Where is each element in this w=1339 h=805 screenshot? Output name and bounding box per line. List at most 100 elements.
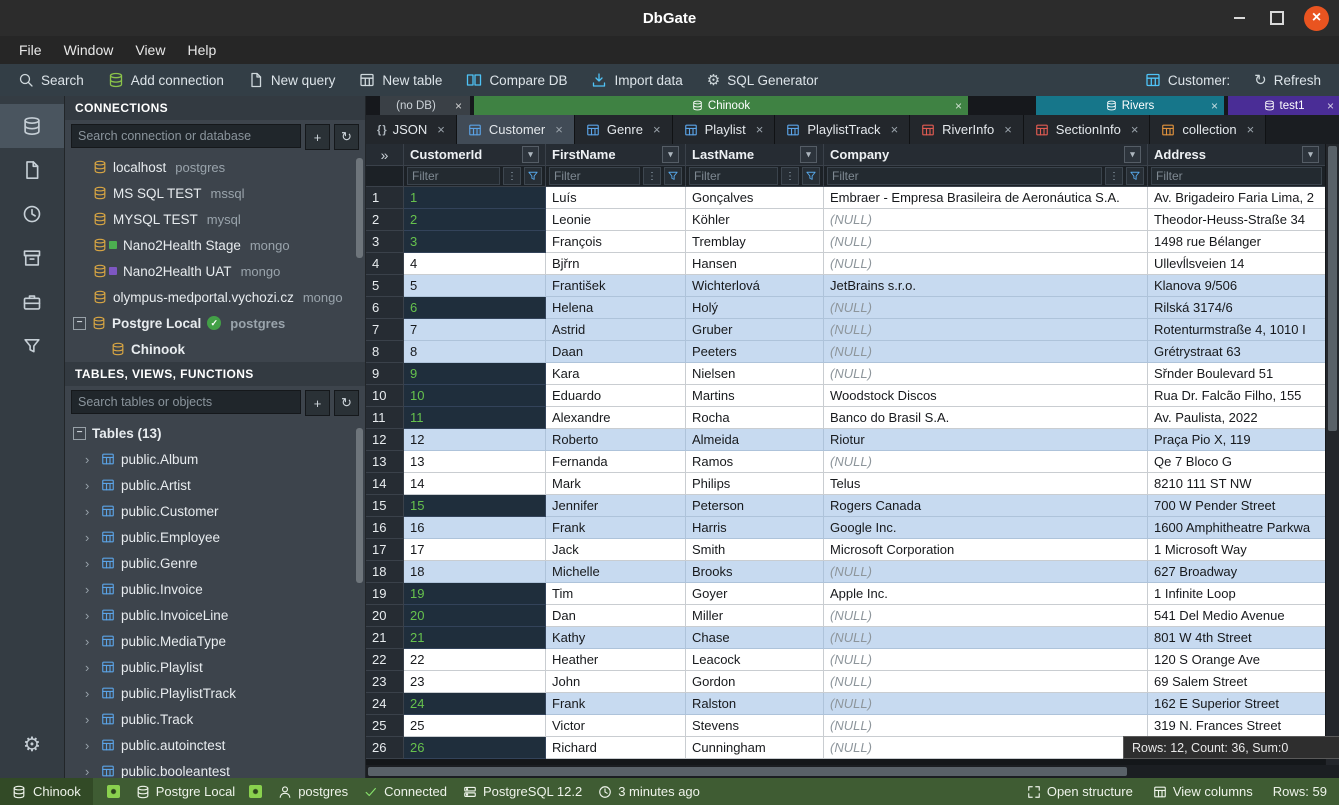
cell-customerid[interactable]: 8 [404, 341, 546, 363]
cell-customerid[interactable]: 13 [404, 451, 546, 473]
row-number[interactable]: 5 [366, 275, 404, 297]
table-item-public-mediatype[interactable]: public.MediaType [65, 628, 365, 654]
cell-lastname[interactable]: Almeida [686, 429, 824, 451]
cell-customerid[interactable]: 22 [404, 649, 546, 671]
cell-company[interactable]: (NULL) [824, 715, 1148, 737]
connection-item-chinook[interactable]: Chinook [65, 336, 365, 362]
row-number[interactable]: 22 [366, 649, 404, 671]
cell-firstname[interactable]: Eduardo [546, 385, 686, 407]
cell-lastname[interactable]: Peeters [686, 341, 824, 363]
cell-firstname[interactable]: Bjřrn [546, 253, 686, 275]
cell-firstname[interactable]: Fernanda [546, 451, 686, 473]
cell-company[interactable]: (NULL) [824, 561, 1148, 583]
cell-lastname[interactable]: Leacock [686, 649, 824, 671]
table-item-public-genre[interactable]: public.Genre [65, 550, 365, 576]
grid-horizontal-scrollbar[interactable] [366, 765, 1339, 778]
cell-customerid[interactable]: 18 [404, 561, 546, 583]
rail-file-button[interactable] [0, 148, 64, 192]
close-button[interactable]: × [1304, 6, 1329, 31]
filter-input-firstname[interactable] [549, 167, 640, 185]
cell-firstname[interactable]: Astrid [546, 319, 686, 341]
tables-group[interactable]: Tables (13) [65, 420, 365, 446]
filter-funnel-button[interactable] [1126, 167, 1144, 185]
row-number[interactable]: 12 [366, 429, 404, 451]
cell-company[interactable]: (NULL) [824, 671, 1148, 693]
cell-firstname[interactable]: Dan [546, 605, 686, 627]
cell-firstname[interactable]: Kara [546, 363, 686, 385]
cell-firstname[interactable]: Daan [546, 341, 686, 363]
cell-company[interactable]: (NULL) [824, 363, 1148, 385]
refresh-tables-button[interactable] [334, 390, 359, 416]
cell-address[interactable]: 700 W Pender Street [1148, 495, 1326, 517]
cell-lastname[interactable]: Miller [686, 605, 824, 627]
cell-customerid[interactable]: 2 [404, 209, 546, 231]
cell-firstname[interactable]: Kathy [546, 627, 686, 649]
grid-horizontal-scrollbar-thumb[interactable] [368, 767, 1127, 776]
table-item-public-playlisttrack[interactable]: public.PlaylistTrack [65, 680, 365, 706]
grid-vertical-scrollbar-thumb[interactable] [1328, 146, 1337, 431]
row-number[interactable]: 20 [366, 605, 404, 627]
cell-company[interactable]: Banco do Brasil S.A. [824, 407, 1148, 429]
compare-db-button[interactable]: Compare DB [454, 64, 579, 96]
cell-company[interactable]: Apple Inc. [824, 583, 1148, 605]
row-number[interactable]: 3 [366, 231, 404, 253]
cell-company[interactable]: (NULL) [824, 209, 1148, 231]
row-number[interactable]: 17 [366, 539, 404, 561]
cell-customerid[interactable]: 17 [404, 539, 546, 561]
tab-json[interactable]: JSON× [366, 115, 457, 144]
cell-customerid[interactable]: 15 [404, 495, 546, 517]
column-menu-button[interactable] [1124, 146, 1141, 163]
cell-customerid[interactable]: 4 [404, 253, 546, 275]
cell-address[interactable]: 627 Broadway [1148, 561, 1326, 583]
filter-menu-button[interactable] [1105, 167, 1123, 185]
tab-collection[interactable]: collection× [1150, 115, 1266, 144]
row-number[interactable]: 8 [366, 341, 404, 363]
statusbar-connection[interactable]: Postgre Local [136, 784, 236, 799]
collapse-toggle-icon[interactable] [73, 427, 86, 440]
expand-all-button[interactable] [366, 144, 404, 166]
cell-lastname[interactable]: Chase [686, 627, 824, 649]
cell-firstname[interactable]: Jack [546, 539, 686, 561]
connection-item-localhost[interactable]: localhostpostgres [65, 154, 365, 180]
cell-lastname[interactable]: Smith [686, 539, 824, 561]
filter-funnel-button[interactable] [524, 167, 542, 185]
cell-address[interactable]: Theodor-Heuss-Straße 34 [1148, 209, 1326, 231]
filter-menu-button[interactable] [503, 167, 521, 185]
cell-lastname[interactable]: Holý [686, 297, 824, 319]
filter-input-address[interactable] [1151, 167, 1322, 185]
cell-lastname[interactable]: Brooks [686, 561, 824, 583]
cell-company[interactable]: (NULL) [824, 319, 1148, 341]
cell-company[interactable]: (NULL) [824, 605, 1148, 627]
row-number[interactable]: 6 [366, 297, 404, 319]
column-header-company[interactable]: Company [824, 144, 1148, 166]
cell-firstname[interactable]: Victor [546, 715, 686, 737]
cell-address[interactable]: Grétrystraat 63 [1148, 341, 1326, 363]
column-menu-button[interactable] [522, 146, 539, 163]
cell-lastname[interactable]: Ramos [686, 451, 824, 473]
cell-firstname[interactable]: Leonie [546, 209, 686, 231]
table-item-public-playlist[interactable]: public.Playlist [65, 654, 365, 680]
cell-firstname[interactable]: Tim [546, 583, 686, 605]
rail-settings-button[interactable] [0, 722, 64, 766]
cell-customerid[interactable]: 5 [404, 275, 546, 297]
row-number[interactable]: 18 [366, 561, 404, 583]
rail-archive-button[interactable] [0, 236, 64, 280]
refresh-connections-button[interactable] [334, 124, 359, 150]
sql-generator-button[interactable]: SQL Generator [695, 64, 831, 96]
cell-company[interactable]: (NULL) [824, 737, 1148, 759]
table-item-public-employee[interactable]: public.Employee [65, 524, 365, 550]
cell-customerid[interactable]: 11 [404, 407, 546, 429]
row-number[interactable]: 14 [366, 473, 404, 495]
cell-address[interactable]: 69 Salem Street [1148, 671, 1326, 693]
cell-customerid[interactable]: 21 [404, 627, 546, 649]
cell-customerid[interactable]: 20 [404, 605, 546, 627]
cell-lastname[interactable]: Gordon [686, 671, 824, 693]
cell-company[interactable]: (NULL) [824, 341, 1148, 363]
cell-address[interactable]: 1600 Amphitheatre Parkwa [1148, 517, 1326, 539]
cell-customerid[interactable]: 12 [404, 429, 546, 451]
connection-item-postgre-local[interactable]: Postgre Localpostgres [65, 310, 365, 336]
cell-customerid[interactable]: 10 [404, 385, 546, 407]
cell-firstname[interactable]: Frank [546, 693, 686, 715]
close-icon[interactable]: × [955, 99, 962, 113]
cell-firstname[interactable]: Richard [546, 737, 686, 759]
